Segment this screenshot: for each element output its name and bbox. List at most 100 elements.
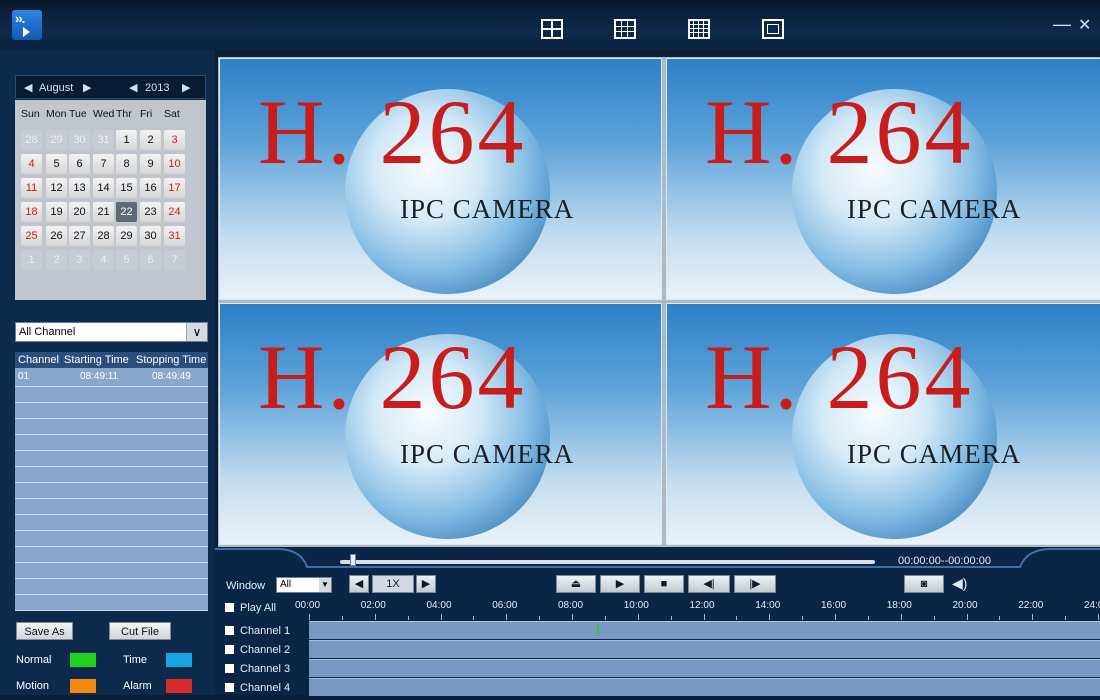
calendar-day[interactable]: 4 <box>93 250 114 270</box>
channel-dropdown[interactable]: All Channel ∨ <box>15 322 208 342</box>
calendar-day[interactable]: 23 <box>140 202 161 222</box>
chevron-down-icon[interactable]: ∨ <box>186 323 207 341</box>
next-month-icon[interactable]: ▶ <box>83 81 91 94</box>
timeline-hour-label: 04:00 <box>426 600 452 611</box>
timeline-tick <box>966 614 968 620</box>
calendar-day[interactable]: 17 <box>164 178 185 198</box>
record-start: 08:49:11 <box>80 371 119 382</box>
calendar-day[interactable]: 5 <box>46 154 67 174</box>
step-back-icon[interactable]: ◀| <box>688 575 730 593</box>
channel-track-4[interactable] <box>309 678 1100 696</box>
calendar-day[interactable]: 8 <box>116 154 137 174</box>
video-tile-3[interactable]: H. 264 IPC CAMERA <box>219 303 662 545</box>
calendar-day[interactable]: 12 <box>46 178 67 198</box>
prev-year-icon[interactable]: ◀ <box>129 81 137 94</box>
calendar-day[interactable]: 15 <box>116 178 137 198</box>
calendar-day[interactable]: 10 <box>164 154 185 174</box>
snapshot-camera-icon[interactable]: ◙ <box>904 575 944 593</box>
calendar-day[interactable]: 28 <box>93 226 114 246</box>
channel-track-1[interactable] <box>309 621 1100 639</box>
video-tile-4[interactable]: H. 264 IPC CAMERA <box>666 303 1100 545</box>
volume-speaker-icon[interactable]: ◀) <box>952 575 967 592</box>
calendar-day[interactable]: 3 <box>164 130 185 150</box>
channel-row-1[interactable]: Channel 1 <box>225 625 310 643</box>
minimize-button[interactable]: — <box>1053 14 1071 35</box>
layout-9-icon[interactable] <box>614 19 636 39</box>
calendar-day[interactable]: 9 <box>140 154 161 174</box>
channel-row-3[interactable]: Channel 3 <box>225 663 310 681</box>
record-row[interactable]: 01 08:49:11 08:49:49 <box>15 369 208 385</box>
calendar-day[interactable]: 25 <box>21 226 42 246</box>
calendar-day[interactable]: 13 <box>69 178 90 198</box>
calendar-day[interactable]: 22 <box>116 202 137 222</box>
layout-16-icon[interactable] <box>688 19 710 39</box>
grid-line <box>15 450 208 451</box>
video-tile-2[interactable]: H. 264 IPC CAMERA <box>666 58 1100 300</box>
channel-row-2[interactable]: Channel 2 <box>225 644 310 662</box>
step-forward-icon[interactable]: |▶ <box>734 575 776 593</box>
calendar-day[interactable]: 19 <box>46 202 67 222</box>
calendar-day[interactable]: 29 <box>116 226 137 246</box>
calendar-day[interactable]: 21 <box>93 202 114 222</box>
weekday-label: Sat <box>164 108 180 120</box>
calendar-day[interactable]: 2 <box>46 250 67 270</box>
col-starting-time: Starting Time <box>64 354 129 366</box>
calendar-day[interactable]: 28 <box>21 130 42 150</box>
calendar-day[interactable]: 4 <box>21 154 42 174</box>
progress-track[interactable] <box>340 560 875 564</box>
save-as-button[interactable]: Save As <box>16 622 73 640</box>
slower-button[interactable]: ◀ <box>349 575 369 593</box>
channel-checkbox[interactable] <box>225 664 234 673</box>
calendar-day[interactable]: 30 <box>69 130 90 150</box>
calendar-day[interactable]: 27 <box>69 226 90 246</box>
cut-file-button[interactable]: Cut File <box>109 622 171 640</box>
video-title: H. 264 <box>705 326 974 428</box>
calendar-day[interactable]: 1 <box>116 130 137 150</box>
dropdown-arrow-icon[interactable]: ▼ <box>319 578 331 592</box>
calendar-day[interactable]: 5 <box>116 250 137 270</box>
play-all-checkbox[interactable] <box>225 603 234 612</box>
stop-icon[interactable]: ■ <box>644 575 684 593</box>
faster-button[interactable]: ▶ <box>416 575 436 593</box>
channel-checkbox[interactable] <box>225 645 234 654</box>
calendar-day[interactable]: 31 <box>93 130 114 150</box>
calendar-day[interactable]: 14 <box>93 178 114 198</box>
calendar-day[interactable]: 7 <box>164 250 185 270</box>
close-button[interactable]: ✕ <box>1078 15 1091 35</box>
channel-label: Channel 1 <box>240 625 291 637</box>
calendar-day[interactable]: 20 <box>69 202 90 222</box>
calendar-day[interactable]: 26 <box>46 226 67 246</box>
layout-4-icon[interactable] <box>541 19 563 39</box>
eject-icon[interactable]: ⏏ <box>556 575 596 593</box>
grid-line <box>15 514 208 515</box>
calendar-day[interactable]: 24 <box>164 202 185 222</box>
weekday-label: Mon <box>46 108 67 120</box>
calendar-day[interactable]: 11 <box>21 178 42 198</box>
calendar-day[interactable]: 31 <box>164 226 185 246</box>
video-tile-1[interactable]: H. 264 IPC CAMERA <box>219 58 662 300</box>
channel-track-3[interactable] <box>309 659 1100 677</box>
play-icon[interactable]: ▶ <box>600 575 640 593</box>
calendar-day[interactable]: 30 <box>140 226 161 246</box>
timeline-minor-tick <box>736 616 738 620</box>
channel-track-2[interactable] <box>309 640 1100 658</box>
calendar-day[interactable]: 29 <box>46 130 67 150</box>
video-subtitle: IPC CAMERA <box>400 194 575 224</box>
calendar-day[interactable]: 16 <box>140 178 161 198</box>
fullscreen-icon[interactable] <box>762 19 784 39</box>
calendar-day[interactable]: 1 <box>21 250 42 270</box>
timeline-tick <box>506 614 508 620</box>
calendar-day[interactable]: 18 <box>21 202 42 222</box>
channel-checkbox[interactable] <box>225 626 234 635</box>
window-dropdown[interactable]: All ▼ <box>276 577 332 593</box>
prev-month-icon[interactable]: ◀ <box>24 81 32 94</box>
calendar-day[interactable]: 3 <box>69 250 90 270</box>
progress-slider-handle[interactable] <box>350 554 356 566</box>
calendar-day[interactable]: 7 <box>93 154 114 174</box>
channel-row-4[interactable]: Channel 4 <box>225 682 310 700</box>
calendar-day[interactable]: 6 <box>69 154 90 174</box>
channel-checkbox[interactable] <box>225 683 234 692</box>
next-year-icon[interactable]: ▶ <box>182 81 190 94</box>
calendar-day[interactable]: 6 <box>140 250 161 270</box>
calendar-day[interactable]: 2 <box>140 130 161 150</box>
